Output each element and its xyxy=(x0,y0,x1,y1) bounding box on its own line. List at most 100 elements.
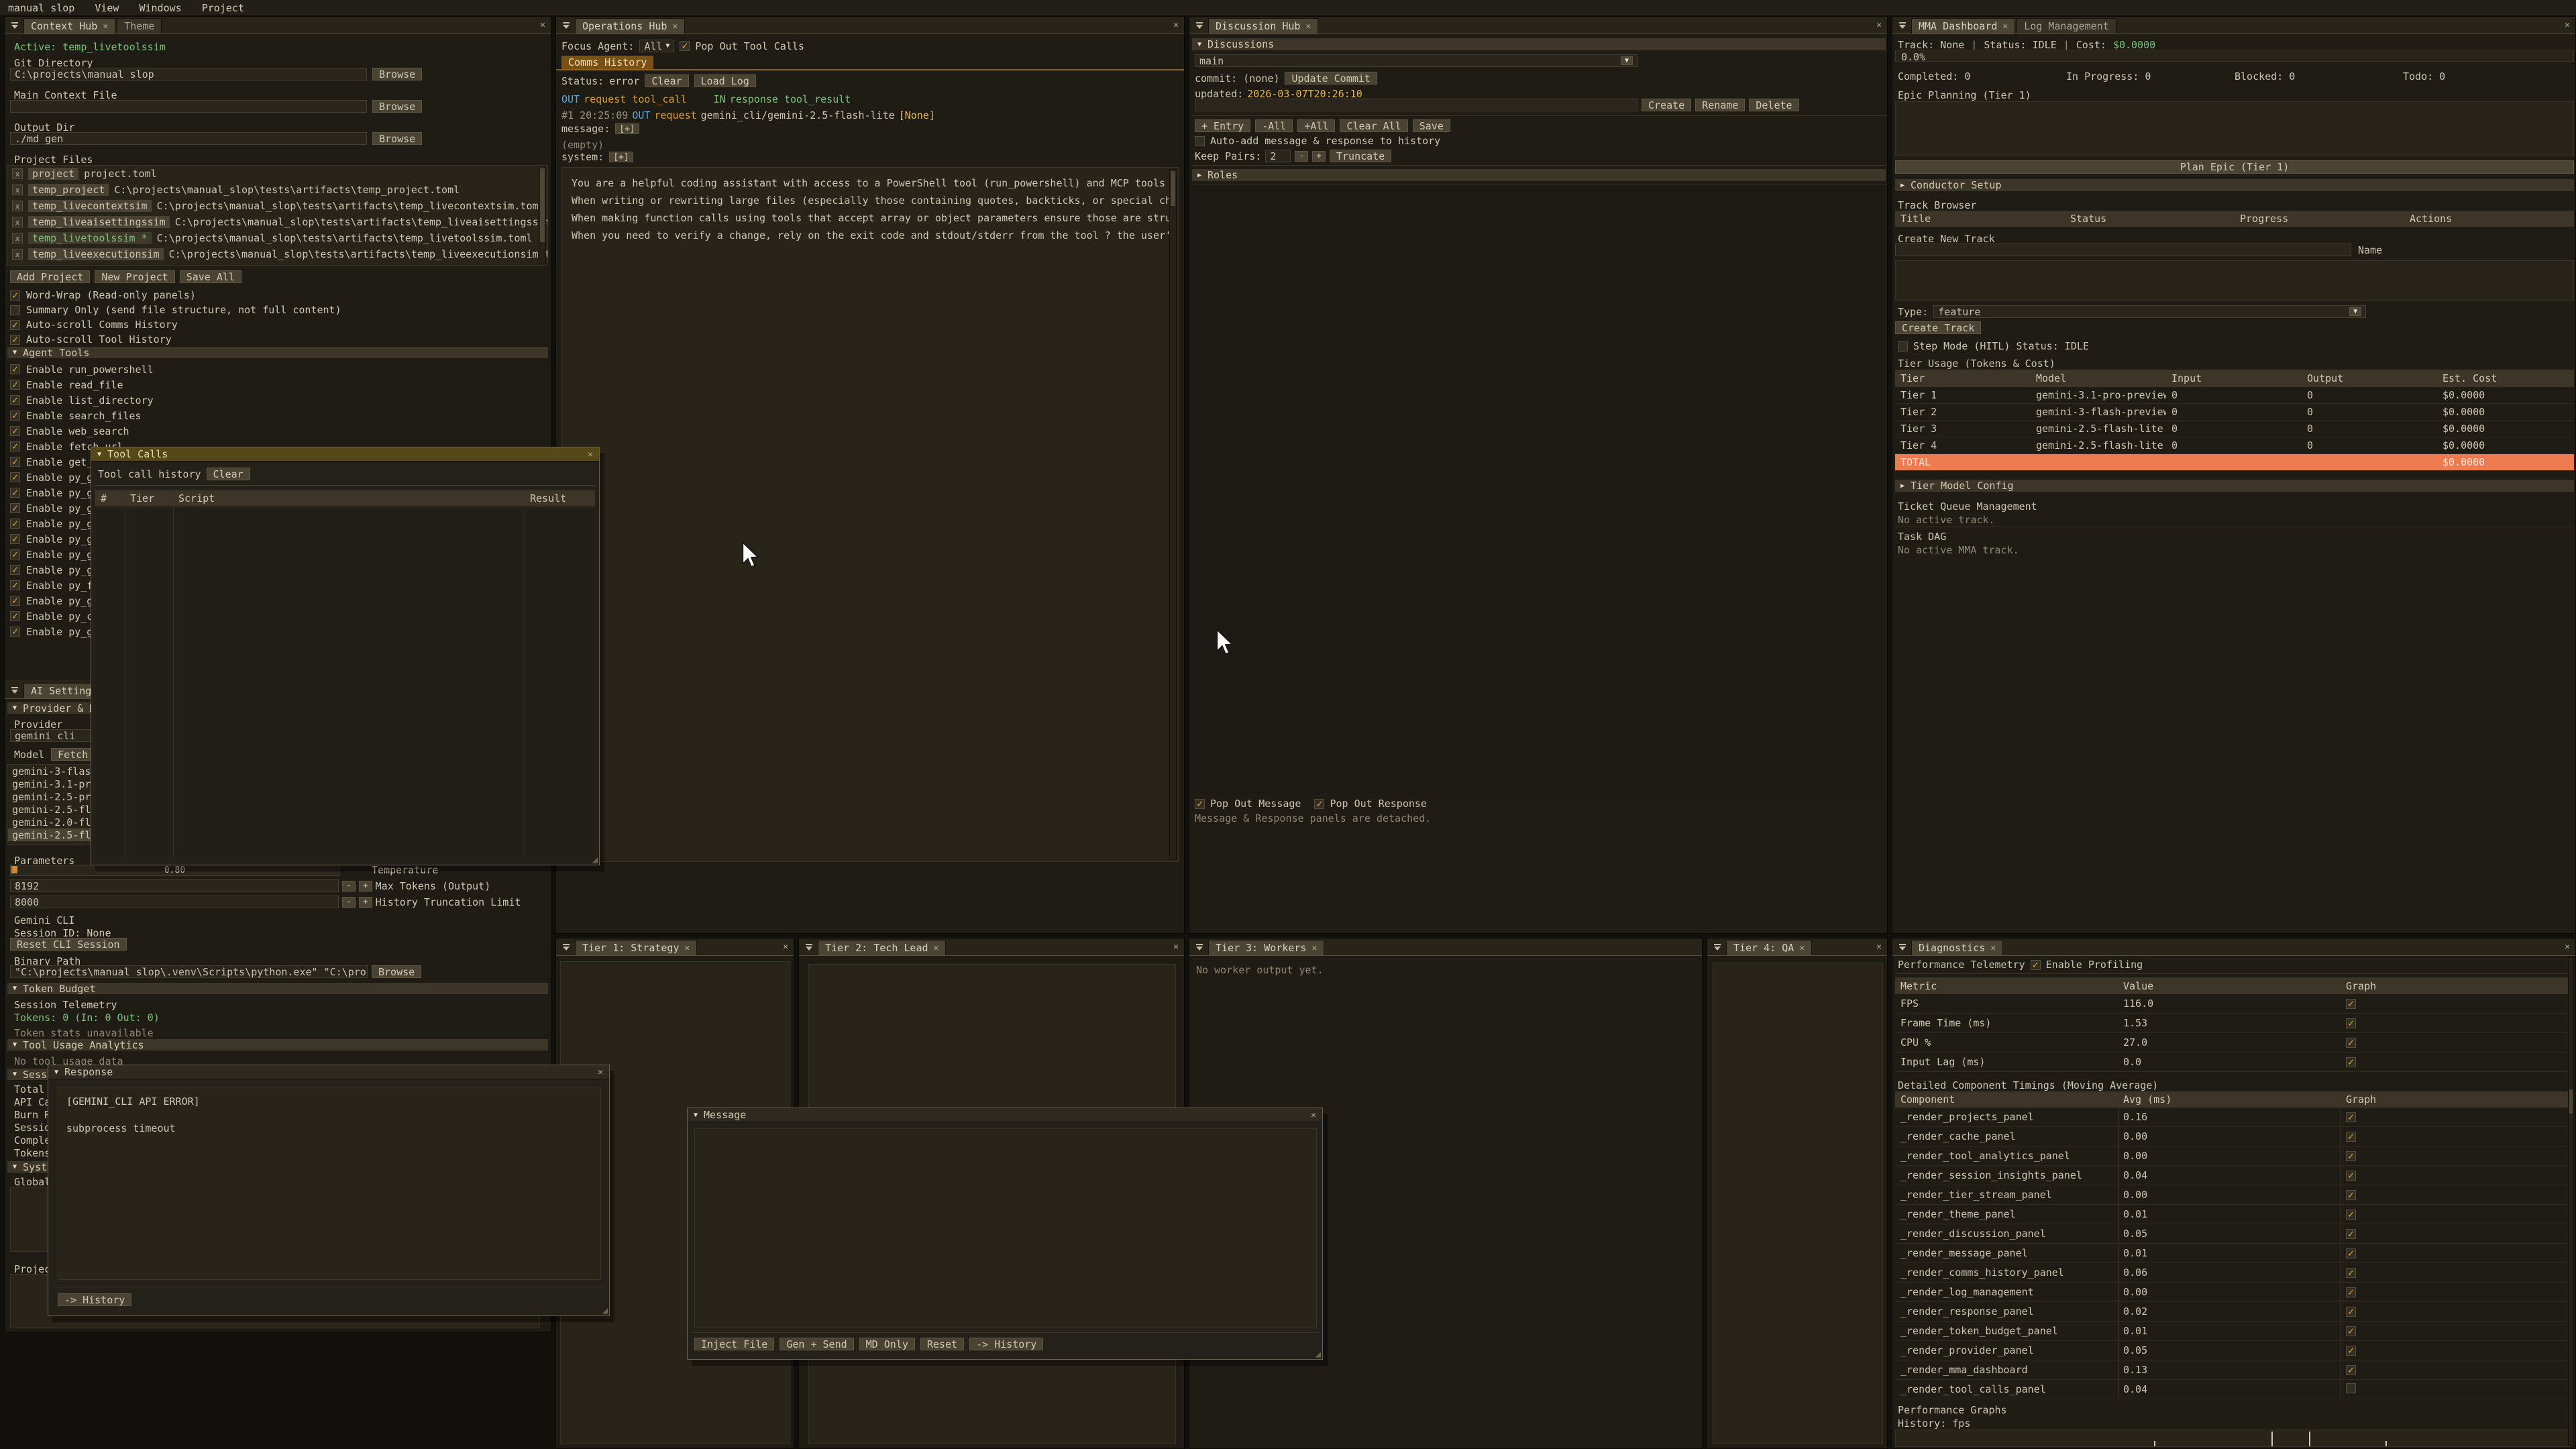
binary-browse-button[interactable]: Browse xyxy=(372,965,421,978)
discussion-select[interactable]: main ▼ xyxy=(1195,54,1638,67)
remove-file-icon[interactable]: x xyxy=(12,249,23,260)
output-dir-browse-button[interactable]: Browse xyxy=(372,132,422,145)
close-icon[interactable]: ✕ xyxy=(588,449,593,460)
panel-menu-icon[interactable] xyxy=(1192,19,1207,32)
close-icon[interactable]: ✕ xyxy=(672,22,678,31)
resize-grip[interactable]: ◢ xyxy=(592,855,598,865)
agent-tool-checkbox[interactable] xyxy=(10,395,20,405)
dock-close-icon[interactable]: ✕ xyxy=(1173,943,1179,951)
agent-tool-row[interactable]: Enable search_files xyxy=(10,408,154,423)
project-action-button[interactable]: New Project xyxy=(95,270,174,283)
message-action-button[interactable]: Gen + Send xyxy=(780,1338,853,1350)
tool-calls-table-body[interactable] xyxy=(95,506,595,858)
component-graph-checkbox[interactable] xyxy=(2346,1210,2356,1220)
create-track-button[interactable]: Create Track xyxy=(1895,321,1981,334)
message-action-button[interactable]: -> History xyxy=(969,1338,1043,1350)
resize-grip[interactable]: ◢ xyxy=(1316,1349,1321,1360)
history-action-button[interactable]: Save xyxy=(1413,119,1450,132)
track-description-textarea[interactable] xyxy=(1895,260,2574,301)
remove-file-icon[interactable]: x xyxy=(12,168,23,179)
dropdown-icon[interactable]: ▼ xyxy=(2349,307,2361,316)
system-box-scrollbar[interactable] xyxy=(1169,169,1177,860)
binary-path-input[interactable]: "C:\projects\manual_slop\.venv\Scripts\p… xyxy=(10,965,368,978)
option-row[interactable]: Auto-scroll Tool History xyxy=(10,332,341,347)
component-graph-checkbox[interactable] xyxy=(2346,1365,2356,1375)
load-log-button[interactable]: Load Log xyxy=(694,74,756,87)
max-tokens-input[interactable]: 8192 xyxy=(10,879,339,892)
close-icon[interactable]: ✕ xyxy=(1799,944,1805,953)
project-action-button[interactable]: Add Project xyxy=(10,270,90,283)
step-mode-checkbox[interactable] xyxy=(1898,341,1908,352)
truncate-button[interactable]: Truncate xyxy=(1330,150,1391,162)
tab-tier3[interactable]: Tier 3: Workers ✕ xyxy=(1208,940,1324,955)
message-action-button[interactable]: Inject File xyxy=(694,1338,774,1350)
project-file-row[interactable]: x temp_liveexecutionsim C:\projects\manu… xyxy=(8,246,547,262)
component-graph-checkbox[interactable] xyxy=(2346,1248,2356,1258)
tab-tier2[interactable]: Tier 2: Tech Lead ✕ xyxy=(818,940,946,955)
response-window[interactable]: ▼ Response ✕ [GEMINI_CLI API ERROR] subp… xyxy=(48,1065,610,1316)
reset-cli-session-button[interactable]: Reset CLI Session xyxy=(10,938,127,951)
project-file-row[interactable]: x temp_livetoolssim * C:\projects\manual… xyxy=(8,230,547,246)
diagnostics-scrollbar[interactable] xyxy=(2568,957,2574,1446)
menu-item[interactable]: View xyxy=(95,2,119,14)
close-icon[interactable]: ✕ xyxy=(1311,944,1317,953)
track-type-select[interactable]: feature ▼ xyxy=(1933,305,2366,318)
create-discussion-button[interactable]: Create xyxy=(1642,99,1691,111)
dock-close-icon[interactable]: ✕ xyxy=(540,21,545,30)
message-action-button[interactable]: Reset xyxy=(920,1338,964,1350)
git-directory-input[interactable]: C:\projects\manual_slop xyxy=(10,68,367,80)
dock-close-icon[interactable]: ✕ xyxy=(1876,943,1882,951)
panel-menu-icon[interactable] xyxy=(7,684,22,697)
component-graph-checkbox[interactable] xyxy=(2346,1112,2356,1122)
metric-graph-checkbox[interactable] xyxy=(2346,1057,2356,1067)
plus-button[interactable]: + xyxy=(359,881,372,892)
project-file-row[interactable]: x temp_liveaisettingssim C:\projects\man… xyxy=(8,214,547,230)
enable-profiling-checkbox[interactable] xyxy=(2031,960,2041,970)
auto-add-checkbox[interactable] xyxy=(1195,136,1205,146)
agent-tool-row[interactable]: Enable list_directory xyxy=(10,392,154,408)
agent-tool-checkbox[interactable] xyxy=(10,627,20,637)
component-graph-checkbox[interactable] xyxy=(2346,1151,2356,1161)
metric-graph-checkbox[interactable] xyxy=(2346,1038,2356,1048)
option-checkbox[interactable] xyxy=(10,305,20,315)
message-action-button[interactable]: MD Only xyxy=(859,1338,915,1350)
history-action-button[interactable]: +All xyxy=(1297,119,1335,132)
component-graph-checkbox[interactable] xyxy=(2346,1287,2356,1297)
git-browse-button[interactable]: Browse xyxy=(372,68,422,80)
focus-agent-select[interactable]: All ▼ xyxy=(639,40,674,52)
plus-button[interactable]: + xyxy=(359,897,372,908)
agent-tool-row[interactable]: Enable read_file xyxy=(10,377,154,392)
close-icon[interactable]: ✕ xyxy=(685,944,690,953)
menu-item[interactable]: Windows xyxy=(139,2,181,14)
component-graph-checkbox[interactable] xyxy=(2346,1383,2356,1393)
pop-out-tool-calls-checkbox[interactable] xyxy=(680,41,690,51)
close-icon[interactable]: ✕ xyxy=(1990,944,1996,953)
agent-tool-row[interactable]: Enable web_search xyxy=(10,423,154,439)
dock-close-icon[interactable]: ✕ xyxy=(2565,943,2570,951)
tab-diagnostics[interactable]: Diagnostics ✕ xyxy=(1911,940,2003,955)
response-titlebar[interactable]: ▼ Response ✕ xyxy=(48,1065,609,1079)
dock-close-icon[interactable]: ✕ xyxy=(783,943,788,951)
panel-menu-icon[interactable] xyxy=(1895,19,1910,32)
clear-tool-calls-button[interactable]: Clear xyxy=(207,468,250,480)
message-textarea[interactable] xyxy=(694,1128,1317,1328)
close-icon[interactable]: ✕ xyxy=(1311,1110,1316,1120)
metric-graph-checkbox[interactable] xyxy=(2346,999,2356,1009)
option-checkbox[interactable] xyxy=(10,320,20,330)
agent-tool-checkbox[interactable] xyxy=(10,441,20,451)
tool-usage-header[interactable]: ▼ Tool Usage Analytics xyxy=(7,1039,548,1051)
tier-model-config-header[interactable]: ▶ Tier Model Config xyxy=(1895,480,2574,492)
agent-tools-header[interactable]: ▼ Agent Tools xyxy=(7,347,548,358)
pop-out-message-checkbox[interactable] xyxy=(1195,799,1205,809)
agent-tool-checkbox[interactable] xyxy=(10,534,20,544)
plus-button[interactable]: + xyxy=(1312,151,1326,162)
discussions-header[interactable]: ▼ Discussions xyxy=(1192,38,1886,50)
menu-item[interactable]: manual slop xyxy=(8,2,74,14)
history-limit-input[interactable]: 8000 xyxy=(10,896,339,908)
dock-close-icon[interactable]: ✕ xyxy=(1876,21,1882,30)
component-graph-checkbox[interactable] xyxy=(2346,1346,2356,1356)
tool-calls-titlebar[interactable]: ▼ Tool Calls ✕ xyxy=(91,447,599,462)
agent-tool-checkbox[interactable] xyxy=(10,565,20,575)
agent-tool-checkbox[interactable] xyxy=(10,611,20,621)
panel-menu-icon[interactable] xyxy=(7,19,22,32)
